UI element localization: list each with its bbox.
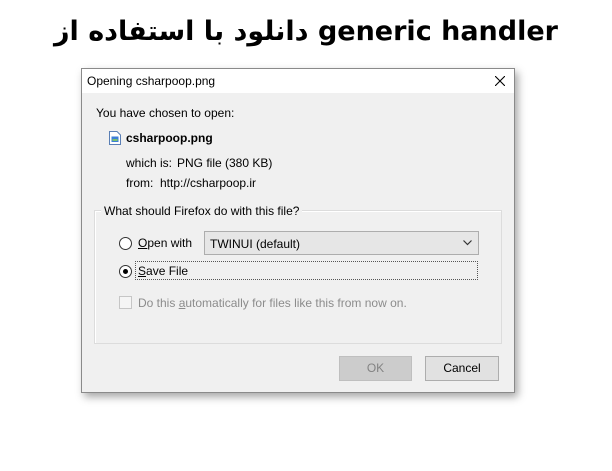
chosen-label: You have chosen to open:	[96, 106, 235, 120]
dialog-title: Opening csharpoop.png	[87, 74, 216, 88]
open-file-dialog: Opening csharpoop.png You have chosen to…	[81, 68, 515, 393]
file-type-value: PNG file (380 KB)	[177, 156, 273, 170]
dialog-titlebar: Opening csharpoop.png	[82, 69, 514, 93]
auto-action-checkbox[interactable]	[119, 296, 132, 309]
save-file-radio[interactable]	[119, 265, 132, 278]
auto-action-text-pre: Do this	[138, 296, 179, 310]
save-file-rest: ave File	[146, 264, 189, 278]
save-file-accel: S	[138, 264, 147, 278]
open-with-radio[interactable]	[119, 237, 132, 250]
save-file-label[interactable]: Save File	[138, 264, 188, 278]
close-icon	[495, 76, 505, 86]
cancel-button[interactable]: Cancel	[425, 356, 499, 381]
radio-selected-dot	[123, 269, 128, 274]
auto-action-label: Do this automatically for files like thi…	[138, 296, 407, 310]
open-with-rest: pen with	[147, 236, 193, 250]
png-file-icon	[109, 131, 121, 145]
auto-action-text-post: utomatically for files like this from no…	[185, 296, 407, 310]
ok-button[interactable]: OK	[339, 356, 412, 381]
from-label: from:	[126, 176, 154, 190]
chevron-down-icon	[463, 240, 472, 246]
open-with-label[interactable]: Open with	[138, 236, 192, 250]
close-button[interactable]	[490, 71, 510, 91]
file-name: csharpoop.png	[126, 131, 213, 145]
open-with-accel: O	[138, 236, 148, 250]
open-with-app: TWINUI (default)	[210, 237, 301, 251]
source-url: http://csharpoop.ir	[160, 176, 257, 190]
action-group-title: What should Firefox do with this file?	[101, 204, 303, 218]
open-with-select[interactable]: TWINUI (default)	[204, 231, 479, 255]
which-is-label: which is:	[126, 156, 173, 170]
page-headline: دانلود با استفاده از generic handler	[54, 16, 558, 47]
